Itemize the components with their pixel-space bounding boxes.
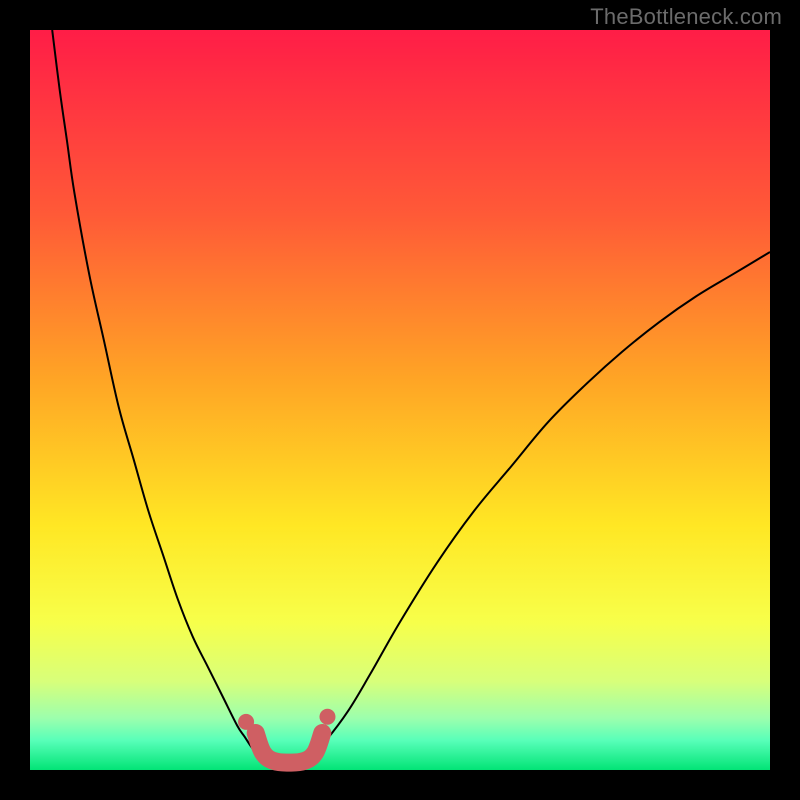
watermark-text: TheBottleneck.com (590, 4, 782, 30)
marker-left-dot (238, 714, 254, 730)
chart-frame: TheBottleneck.com (0, 0, 800, 800)
plot-background (30, 30, 770, 770)
marker-right-dot (319, 709, 335, 725)
bottleneck-chart (0, 0, 800, 800)
